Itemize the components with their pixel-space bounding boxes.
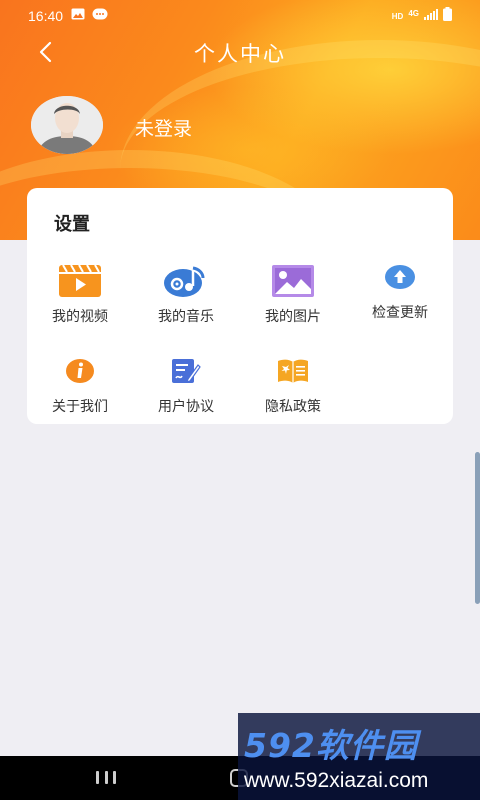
watermark: 592软件园 www.592xiazai.com [238,713,480,800]
battery-icon [443,7,452,25]
my-videos-label: 我的视频 [52,309,108,325]
recents-button[interactable] [96,770,116,786]
scroll-indicator[interactable] [475,452,480,604]
message-icon [92,8,108,24]
my-pictures-item[interactable]: 我的图片 [240,264,346,334]
document-edit-icon [172,359,201,383]
recents-icon-bar [96,771,99,784]
open-book-icon [278,359,308,383]
my-music-label: 我的音乐 [158,309,214,325]
page-title: 个人中心 [194,42,286,66]
watermark-url: www.592xiazai.com [244,769,429,792]
my-pictures-label: 我的图片 [265,309,321,325]
settings-title: 设置 [54,214,90,235]
check-update-item[interactable]: 检查更新 [347,260,453,330]
privacy-policy-label: 隐私政策 [265,399,321,415]
login-status[interactable]: 未登录 [135,114,192,141]
image-icon [71,8,85,24]
status-right-group: HD 4G [392,7,452,25]
avatar[interactable] [31,96,103,154]
status-bar: 16:40 HD 4G [0,0,480,32]
about-us-label: 关于我们 [52,399,108,415]
picture-icon [272,265,314,297]
check-update-label: 检查更新 [372,305,428,321]
privacy-policy-item[interactable]: 隐私政策 [240,354,346,424]
recents-icon-bar [104,771,108,784]
user-agreement-item[interactable]: 用户协议 [133,354,239,424]
settings-card: 设置 我的视频 我的音乐 我的图片 检查更新 关于我们 用户协议 隐私政策 [27,188,453,424]
watermark-logo: 592软件园 [244,726,418,765]
user-agreement-label: 用户协议 [158,399,214,415]
music-disc-icon [164,266,205,297]
video-icon [59,265,101,297]
status-time: 16:40 [28,8,64,24]
info-icon [66,359,94,383]
hd-label: HD [391,11,404,21]
about-us-item[interactable]: 关于我们 [27,354,133,424]
upload-arrow-icon [385,265,415,289]
my-videos-item[interactable]: 我的视频 [27,264,133,334]
my-music-item[interactable]: 我的音乐 [133,264,239,334]
nav-bar: 个人中心 [0,32,480,72]
recents-icon-bar [113,771,116,784]
network-label: 4G [408,8,419,18]
signal-icon [424,8,438,24]
user-avatar-icon [31,96,103,154]
